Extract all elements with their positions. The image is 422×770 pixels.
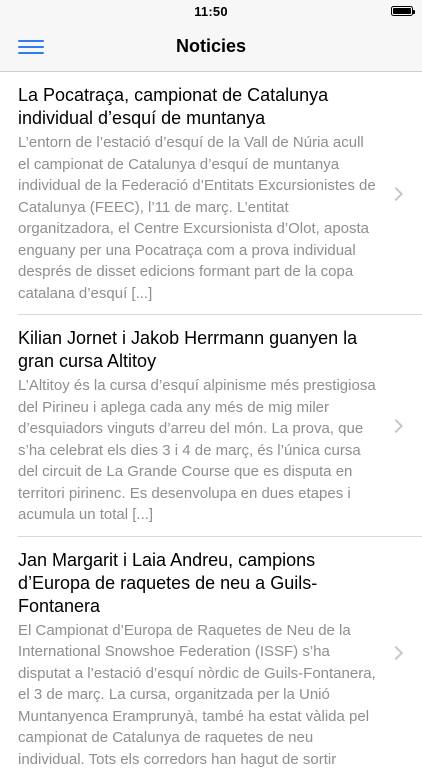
status-time: 11:50 xyxy=(0,4,422,19)
news-summary: El Campionat d’Europa de Raquetes de Neu… xyxy=(18,620,378,770)
news-item[interactable]: Jan Margarit i Laia Andreu, campions d’E… xyxy=(0,537,422,770)
news-headline: Jan Margarit i Laia Andreu, campions d’E… xyxy=(18,549,378,618)
chevron-right-icon xyxy=(389,186,403,200)
news-summary: L’entorn de l’estació d’esquí de la Vall… xyxy=(18,132,378,304)
news-list: La Pocatraça, campionat de Catalunya ind… xyxy=(0,72,422,770)
navigation-bar: Noticies xyxy=(0,22,422,72)
news-headline: Kilian Jornet i Jakob Herrmann guanyen l… xyxy=(18,327,378,373)
news-item[interactable]: La Pocatraça, campionat de Catalunya ind… xyxy=(0,72,422,315)
news-item[interactable]: Kilian Jornet i Jakob Herrmann guanyen l… xyxy=(0,315,422,537)
news-summary: L’Altitoy és la cursa d’esquí alpinisme … xyxy=(18,375,378,526)
page-title: Noticies xyxy=(0,36,422,57)
chevron-right-icon xyxy=(389,419,403,433)
battery-icon xyxy=(391,6,413,16)
news-headline: La Pocatraça, campionat de Catalunya ind… xyxy=(18,84,378,130)
status-bar: 11:50 xyxy=(0,0,422,22)
chevron-right-icon xyxy=(389,646,403,660)
